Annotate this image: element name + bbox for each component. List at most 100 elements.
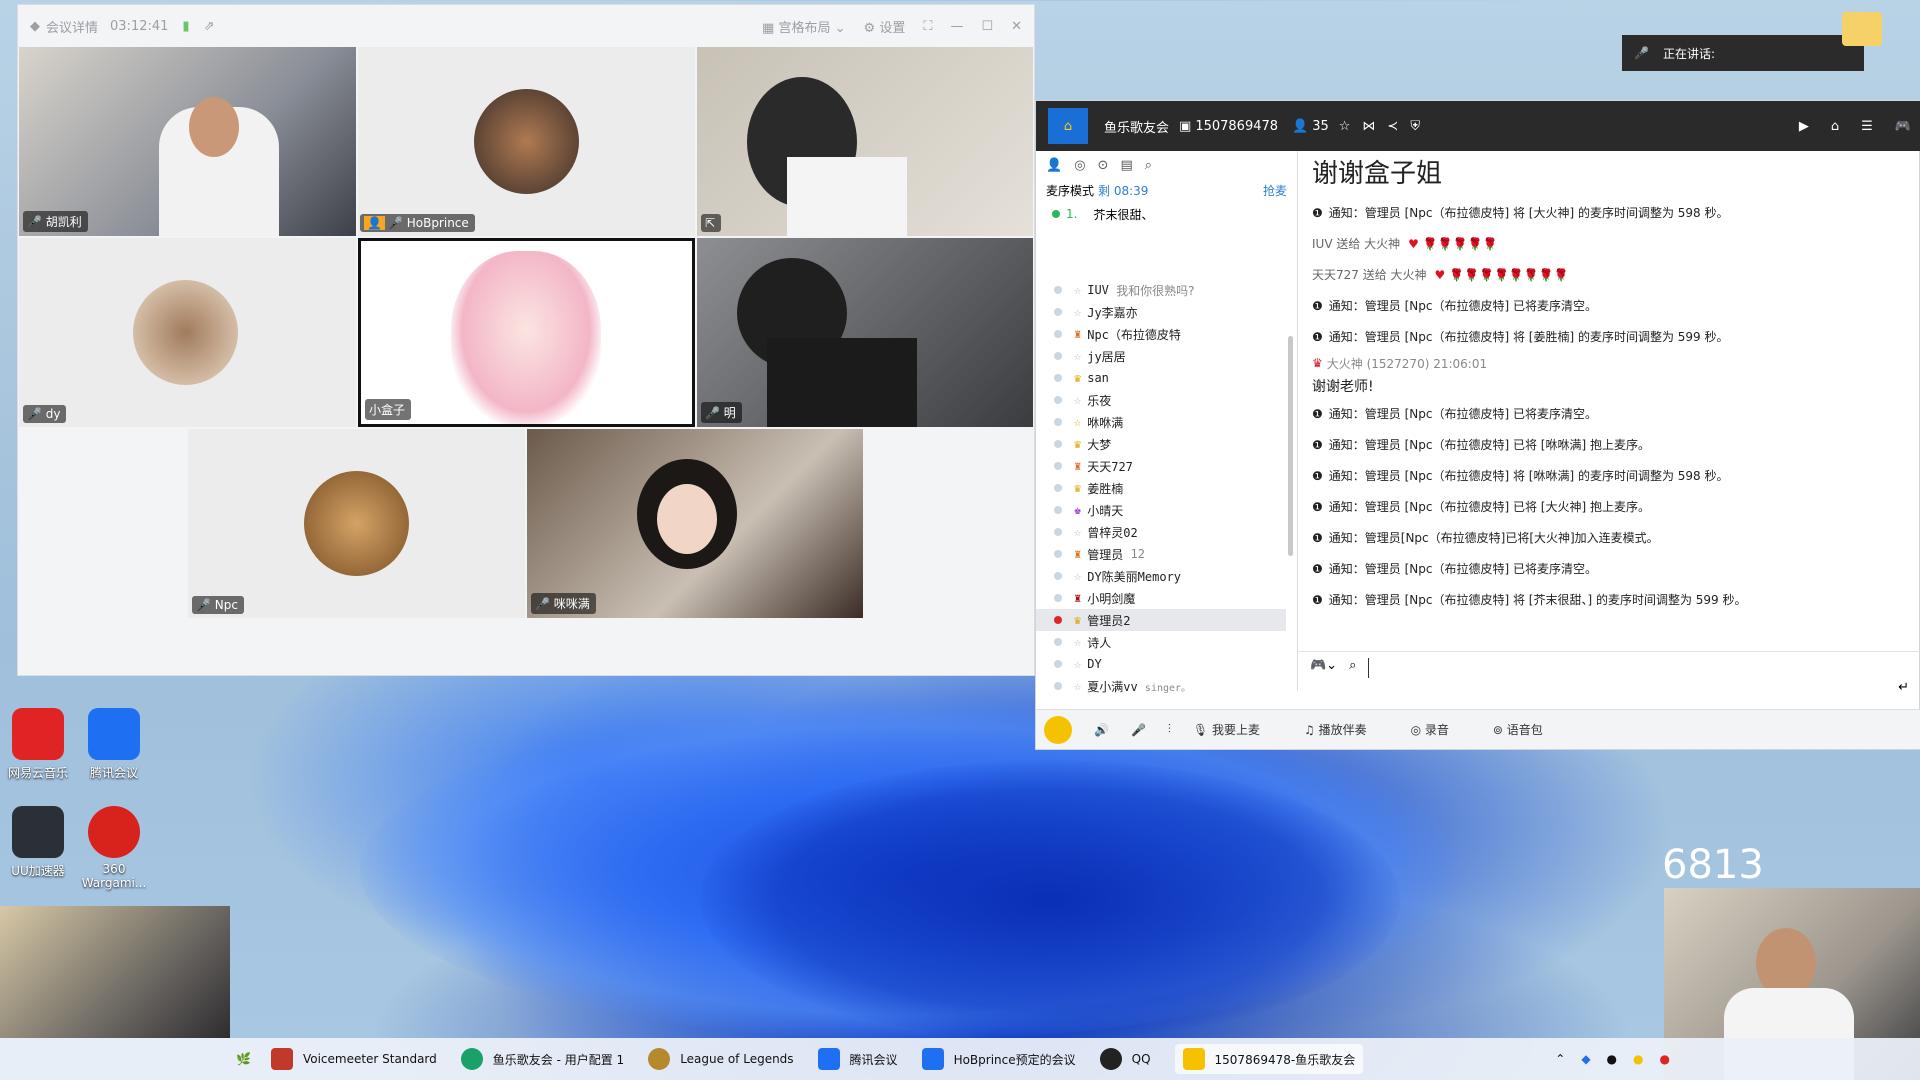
user-name: IUV — [1087, 283, 1109, 297]
user-icon[interactable]: 👤 — [1046, 158, 1062, 173]
tray-yy-icon[interactable]: ● — [1633, 1052, 1643, 1066]
tray-meeting-icon[interactable]: ◆ — [1581, 1052, 1590, 1066]
voicemeeter-icon — [270, 1048, 293, 1070]
gamepad-icon[interactable]: 🎮 — [1895, 119, 1911, 134]
layout-label: 宫格布局 — [778, 20, 831, 36]
avatar — [304, 471, 409, 576]
message-input[interactable] — [1368, 658, 1886, 678]
list-item[interactable]: ☆ 曾梓灵02 — [1036, 521, 1286, 543]
headset-icon[interactable]: ◎ — [1074, 158, 1085, 173]
shield-icon[interactable]: ⛨ — [1410, 119, 1420, 134]
seat-scrollbar[interactable] — [1288, 336, 1293, 556]
close-icon[interactable]: ✕ — [1011, 19, 1022, 34]
maximize-icon[interactable]: ☐ — [981, 19, 993, 34]
message-text: 大火神 (1527270) 21:06:01 — [1326, 356, 1488, 371]
taskbar-app[interactable]: HoBprince预定的会议 — [921, 1048, 1076, 1070]
chat-headline: 谢谢盒子姐 — [1312, 159, 1443, 189]
status-dot — [1054, 616, 1062, 624]
info-icon: ❶ — [1312, 298, 1323, 313]
desktop-icon[interactable]: 腾讯会议 — [79, 708, 149, 781]
minimize-icon[interactable]: — — [950, 19, 963, 34]
list-icon[interactable]: ☰ — [1861, 119, 1873, 134]
notice-message: ❶ 通知：管理员 [Npc（布拉德皮特] 已将 [大火神] 抱上麦序。 — [1312, 491, 1907, 522]
meeting-title[interactable]: 会议详情 — [46, 17, 98, 36]
start-icon[interactable]: 🌿 — [236, 1052, 251, 1066]
mixer-icon[interactable]: ⫶ — [1168, 722, 1171, 737]
record-button[interactable]: ◎ 录音 — [1411, 721, 1471, 738]
folder-icon[interactable] — [1842, 12, 1882, 46]
tray-qq-icon[interactable]: ● — [1607, 1052, 1617, 1066]
status-dot — [1054, 462, 1062, 470]
taskbar-app-active[interactable]: 1507869478-鱼乐歌友会 — [1174, 1044, 1364, 1074]
list-item[interactable]: ♛ san — [1036, 367, 1286, 389]
chevron-up-icon[interactable]: ⌃ — [1555, 1052, 1565, 1066]
notes-icon[interactable]: ▤ — [1120, 158, 1132, 173]
list-item[interactable]: ♜ 管理员 12 — [1036, 543, 1286, 565]
location-icon[interactable]: ⊙ — [1098, 158, 1109, 173]
video-tile[interactable]: 👤 🎤 HoBprince — [358, 47, 695, 236]
video-tile[interactable]: 小盒子 — [358, 238, 695, 427]
send-icon[interactable]: ↵ — [1898, 680, 1909, 695]
badge-icon: ♜ — [1074, 591, 1082, 605]
avatar-icon[interactable] — [1044, 715, 1072, 744]
home-logo-icon[interactable]: ⌂ — [1048, 108, 1088, 144]
list-item[interactable]: ♛ 姜胜楠 — [1036, 477, 1286, 499]
video-tile[interactable]: 🎤 Npc — [188, 429, 525, 618]
video-tile[interactable]: 🎤 明 — [697, 238, 1033, 427]
user-name: Npc（布拉德皮特 — [1087, 327, 1181, 342]
play-button[interactable]: ♫ 播放伴奏 — [1304, 721, 1389, 738]
list-item-selected[interactable]: ♛ 管理员2 — [1036, 609, 1286, 631]
favorite-icon[interactable]: ☆ — [1339, 119, 1351, 134]
desktop-icon[interactable]: 360 Wargami... — [79, 806, 149, 890]
member-count: 35 — [1312, 118, 1329, 134]
grab-mic-link[interactable]: 抢麦 — [1263, 182, 1287, 199]
search-emoji-icon[interactable]: ⌕ — [1349, 658, 1356, 673]
list-item[interactable]: ☆ jy居居 — [1036, 345, 1286, 367]
user-name: 管理员2 — [1087, 613, 1131, 628]
video-tile[interactable]: ⇱ — [697, 47, 1033, 236]
video-tile[interactable]: 🎤 咪咪满 — [527, 429, 863, 618]
share-icon[interactable]: ⋈ — [1362, 119, 1375, 134]
video-icon[interactable]: ▶ — [1799, 119, 1809, 134]
layout-button[interactable]: ▦ 宫格布局 ⌄ — [762, 17, 845, 36]
video-tile[interactable]: 🎤 dy — [19, 238, 356, 427]
taskbar-app[interactable]: 腾讯会议 — [817, 1048, 898, 1070]
taskbar-app[interactable]: QQ — [1099, 1048, 1151, 1070]
taskbar-app[interactable]: 鱼乐歌友会 - 用户配置 1 — [460, 1048, 624, 1070]
badge-icon: ☆ — [1074, 349, 1082, 363]
desktop-icon[interactable]: 网易云音乐 — [3, 708, 73, 781]
list-item[interactable]: ♜ Npc（布拉德皮特 — [1036, 323, 1286, 345]
list-item[interactable]: ☆ DY — [1036, 653, 1286, 675]
video-tile[interactable]: 🎤 胡凯利 — [19, 47, 356, 236]
share-icon[interactable]: ⇗ — [204, 19, 215, 34]
mic-icon[interactable]: 🎤 — [1131, 723, 1146, 737]
queue-name[interactable]: 芥末很甜、 — [1093, 206, 1153, 223]
desktop-icon[interactable]: UU加速器 — [3, 806, 73, 879]
tray-netease-icon[interactable]: ● — [1660, 1052, 1670, 1066]
list-item[interactable]: ☆ 夏小满vv singer。 — [1036, 675, 1286, 697]
list-item[interactable]: ☆ 诗人 — [1036, 631, 1286, 653]
list-item[interactable]: ♚ 小晴天 — [1036, 499, 1286, 521]
list-item[interactable]: ♜ 天天727 — [1036, 455, 1286, 477]
list-item[interactable]: ☆ 咻咻满 — [1036, 411, 1286, 433]
search-icon[interactable]: ⌕ — [1145, 158, 1152, 173]
home-icon[interactable]: ⌂ — [1831, 119, 1839, 134]
fullscreen-icon[interactable]: ⛶ — [923, 19, 932, 34]
mic-up-button[interactable]: 🎙 我要上麦 — [1193, 721, 1282, 738]
voice-pack-button[interactable]: ⊚ 语音包 — [1493, 721, 1565, 738]
list-item[interactable]: ☆ IUV 我和你很熟吗? — [1036, 279, 1286, 301]
share-link-icon[interactable]: ≺ — [1387, 119, 1398, 134]
list-item[interactable]: ☆ 乐夜 — [1036, 389, 1286, 411]
list-item[interactable]: ☆ DY陈美丽Memory — [1036, 565, 1286, 587]
list-item[interactable]: ♛ 大梦 — [1036, 433, 1286, 455]
emoji-icon[interactable]: 🎮⌄ — [1310, 658, 1337, 673]
message-text: 通知：管理员 [Npc（布拉德皮特] 已将 [大火神] 抱上麦序。 — [1328, 500, 1650, 514]
list-item[interactable]: ☆ Jy李嘉亦 — [1036, 301, 1286, 323]
list-item[interactable]: ♜ 小明剑魔 — [1036, 587, 1286, 609]
taskbar-app[interactable]: Voicemeeter Standard — [270, 1048, 437, 1070]
user-name: Jy李嘉亦 — [1087, 305, 1138, 320]
taskbar-app[interactable]: League of Legends — [648, 1048, 794, 1070]
signal-icon: ▮ — [182, 18, 190, 34]
volume-icon[interactable]: 🔊 — [1094, 723, 1109, 737]
settings-button[interactable]: ⚙ 设置 — [864, 17, 906, 36]
